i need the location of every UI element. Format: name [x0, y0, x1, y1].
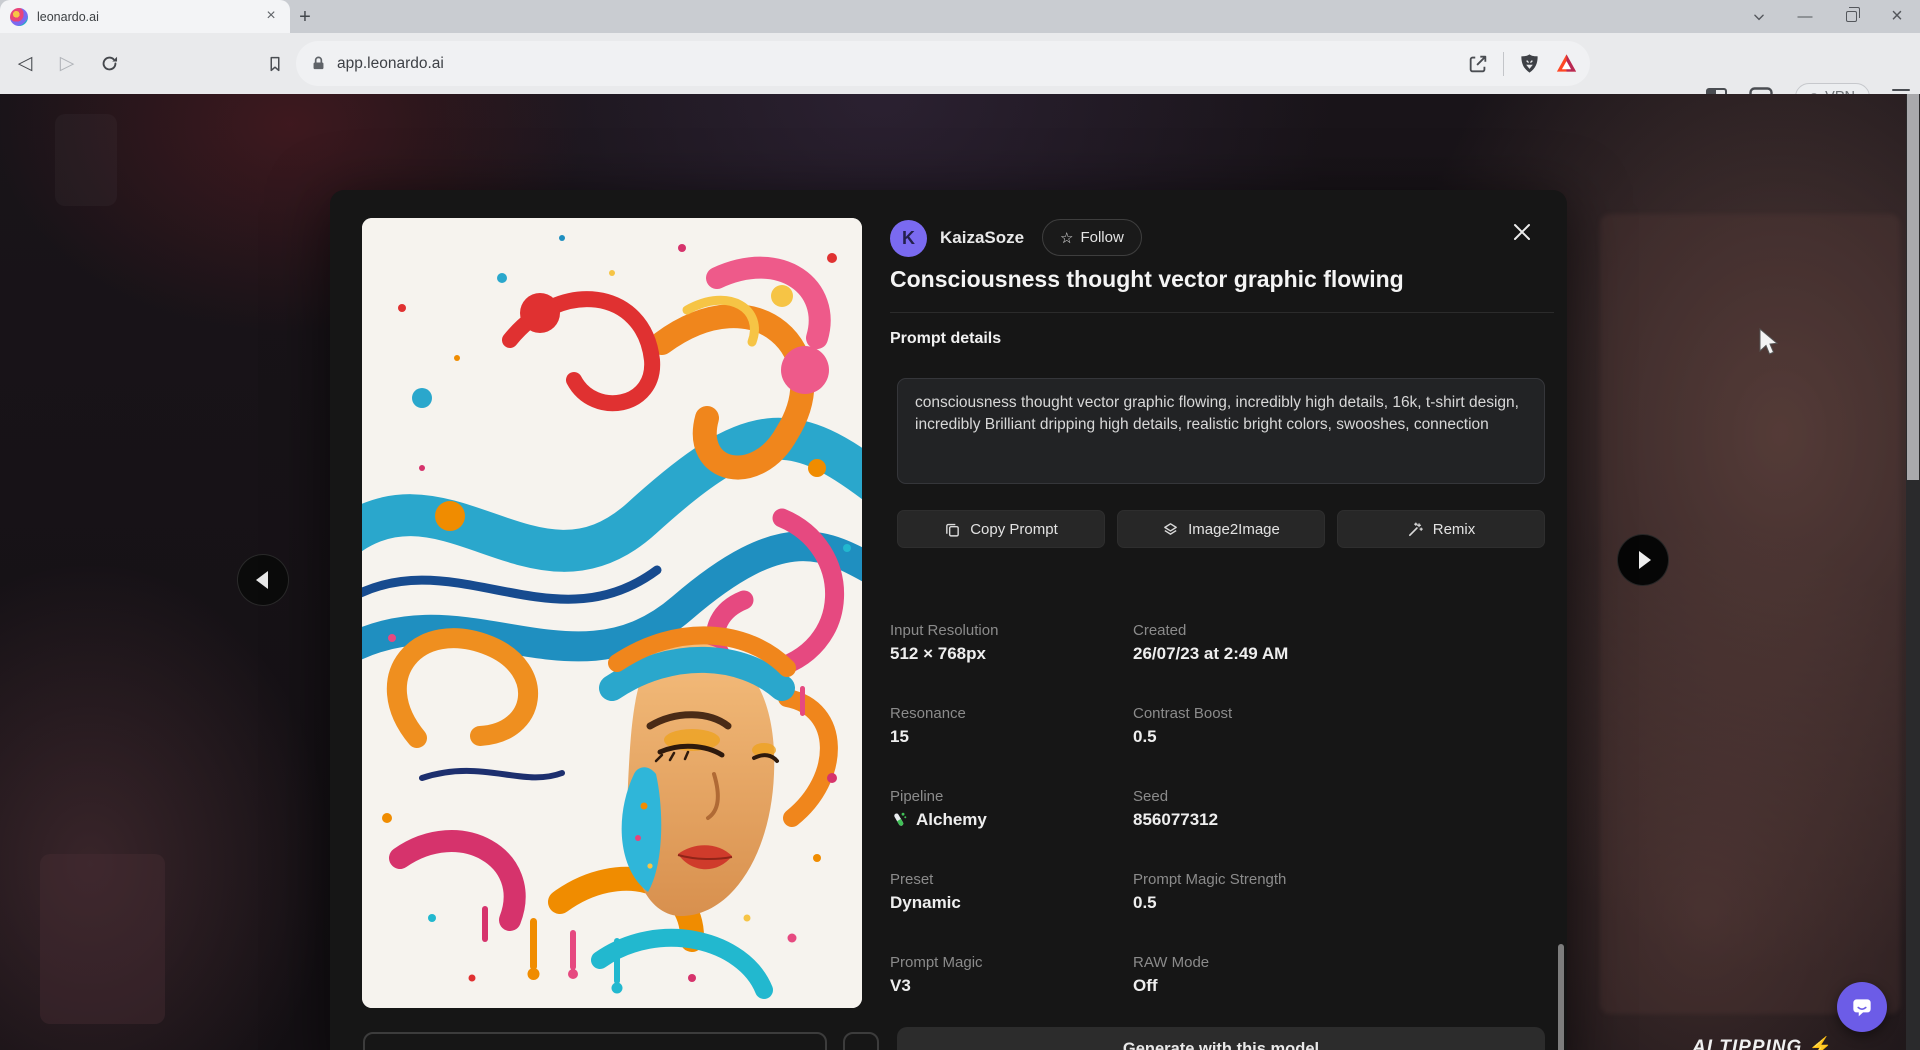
url-text: app.leonardo.ai [337, 55, 444, 73]
generate-with-model-button[interactable]: Generate with this model [897, 1027, 1545, 1050]
prompt-details-label: Prompt details [890, 330, 1001, 348]
star-icon: ☆ [1060, 229, 1073, 247]
restore-button[interactable] [1828, 0, 1874, 33]
previous-image-button[interactable] [237, 554, 289, 606]
support-chat-button[interactable] [1837, 982, 1887, 1032]
leonardo-favicon-icon [10, 8, 28, 26]
image-title: Consciousness thought vector graphic flo… [890, 266, 1550, 293]
action-square-partial[interactable] [843, 1032, 879, 1050]
page-scrollbar-thumb[interactable] [1907, 94, 1919, 480]
metadata-grid: Input Resolution 512 × 768px Created 26/… [890, 622, 1550, 1037]
back-button[interactable]: ◁ [8, 47, 42, 81]
next-image-button[interactable] [1617, 534, 1669, 586]
page-scrollbar[interactable] [1906, 94, 1920, 1050]
background-blur-card [1600, 214, 1900, 1014]
toolbar-divider [1503, 52, 1504, 76]
close-icon [1512, 222, 1532, 242]
brave-rewards-bat-icon[interactable] [1555, 52, 1578, 75]
layers-icon [1162, 521, 1179, 538]
browser-tab[interactable]: leonardo.ai × [0, 0, 290, 33]
chat-bubble-icon [1849, 994, 1875, 1020]
author-name[interactable]: KaizaSoze [940, 228, 1024, 248]
generated-artwork-image[interactable] [362, 218, 862, 1008]
remix-button[interactable]: Remix [1337, 510, 1545, 548]
lock-icon [310, 55, 327, 72]
arrow-right-icon [1639, 551, 1651, 569]
prompt-text-box[interactable]: consciousness thought vector graphic flo… [897, 378, 1545, 484]
minimize-button[interactable]: — [1782, 0, 1828, 33]
arrow-left-icon [256, 571, 268, 589]
meta-resonance: Resonance 15 [890, 705, 1133, 788]
brave-shield-icon[interactable] [1518, 52, 1541, 75]
image-detail-modal: K KaizaSoze ☆ Follow Consciousness thoug… [330, 190, 1567, 1050]
forward-button[interactable]: ▷ [50, 47, 84, 81]
close-window-button[interactable]: × [1874, 0, 1920, 33]
divider [890, 312, 1554, 313]
bookmark-icon[interactable] [258, 47, 292, 81]
copy-prompt-label: Copy Prompt [970, 521, 1058, 538]
meta-preset: Preset Dynamic [890, 871, 1133, 954]
meta-pipeline: Pipeline Alchemy [890, 788, 1133, 871]
image2image-label: Image2Image [1188, 521, 1280, 538]
copy-prompt-button[interactable]: Copy Prompt [897, 510, 1105, 548]
follow-button[interactable]: ☆ Follow [1042, 219, 1142, 256]
meta-raw-mode: RAW Mode Off [1133, 954, 1540, 1037]
tab-bar: leonardo.ai × + — × [0, 0, 1920, 33]
url-bar[interactable]: app.leonardo.ai [296, 41, 1590, 86]
wand-icon [1407, 521, 1424, 538]
reload-button[interactable] [92, 47, 126, 81]
restore-icon [1846, 11, 1857, 22]
urlbar-right-icons [1467, 41, 1578, 86]
meta-seed: Seed 856077312 [1133, 788, 1540, 871]
image2image-button[interactable]: Image2Image [1117, 510, 1325, 548]
page-content: K KaizaSoze ☆ Follow Consciousness thoug… [0, 94, 1920, 1050]
share-icon[interactable] [1467, 53, 1489, 75]
tab-close-icon[interactable]: × [262, 8, 280, 26]
copy-icon [944, 521, 961, 538]
modal-close-button[interactable] [1508, 218, 1536, 246]
screen: leonardo.ai × + — × ◁ ▷ app.leonardo.ai [0, 0, 1920, 1050]
new-tab-button[interactable]: + [292, 4, 318, 30]
cut-off-banner-text: AI TIPPING ⚡ [1692, 1035, 1833, 1050]
tab-search-chevron-icon[interactable] [1736, 0, 1782, 33]
meta-prompt-magic: Prompt Magic V3 [890, 954, 1133, 1037]
background-blur-card [40, 854, 165, 1024]
meta-input-resolution: Input Resolution 512 × 768px [890, 622, 1133, 705]
comment-input-partial[interactable] [363, 1032, 827, 1050]
mouse-cursor [1758, 328, 1780, 363]
meta-contrast-boost: Contrast Boost 0.5 [1133, 705, 1540, 788]
window-controls: — × [1736, 0, 1920, 33]
follow-label: Follow [1080, 229, 1123, 246]
remix-label: Remix [1433, 521, 1476, 538]
bolt-emoji: ⚡ [1809, 1037, 1834, 1050]
modal-scrollbar[interactable] [1558, 944, 1564, 1050]
tab-title: leonardo.ai [37, 10, 262, 24]
action-buttons: Copy Prompt Image2Image Remix [897, 510, 1545, 548]
meta-created: Created 26/07/23 at 2:49 AM [1133, 622, 1540, 705]
meta-prompt-magic-strength: Prompt Magic Strength 0.5 [1133, 871, 1540, 954]
avatar[interactable]: K [890, 220, 927, 257]
alchemy-flask-icon [890, 811, 908, 829]
browser-toolbar: ◁ ▷ app.leonardo.ai VPN [0, 33, 1920, 94]
background-blur-card [55, 114, 117, 206]
